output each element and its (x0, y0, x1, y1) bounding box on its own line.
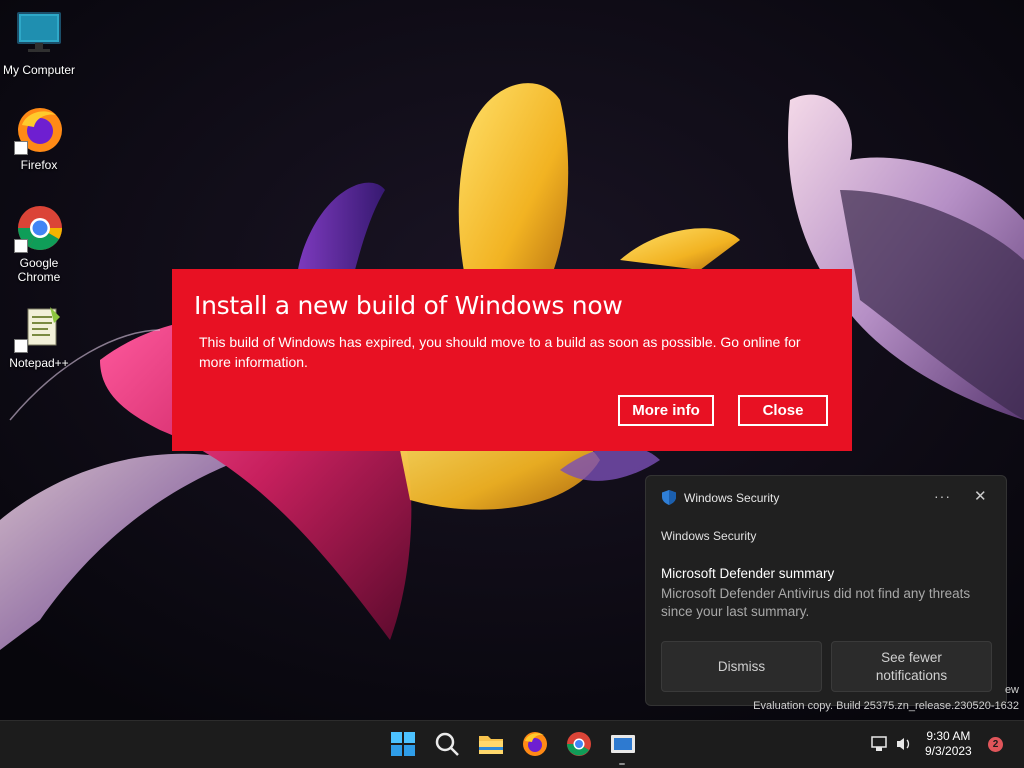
more-info-button[interactable]: More info (618, 395, 714, 426)
shortcut-arrow-icon (14, 239, 28, 253)
windows-security-notification: Windows Security ··· ✕ Windows Security … (645, 475, 1007, 706)
build-expired-dialog: Install a new build of Windows now This … (172, 269, 852, 451)
running-app-indicator (619, 763, 625, 765)
firefox-icon (14, 105, 64, 155)
toast-body: Microsoft Defender Antivirus did not fin… (661, 586, 971, 619)
close-button[interactable]: Close (738, 395, 828, 426)
monitor-icon (14, 10, 64, 60)
file-explorer-icon[interactable] (478, 731, 504, 757)
toast-header: Windows Security (662, 490, 779, 505)
volume-icon[interactable] (895, 735, 913, 753)
windows-start-icon[interactable] (390, 731, 416, 757)
desktop-icon-notepad-plus-plus[interactable]: Notepad++ (0, 303, 78, 370)
clock-time: 9:30 AM (926, 729, 971, 743)
evaluation-watermark: ew Evaluation copy. Build 25375.zn_relea… (753, 684, 1019, 712)
desktop-icon-label: Google Chrome (17, 256, 61, 284)
desktop-icon-my-computer[interactable]: My Computer (0, 10, 78, 77)
toast-app-name: Windows Security (684, 490, 780, 505)
search-icon[interactable] (434, 731, 460, 757)
active-app-icon[interactable] (610, 731, 636, 757)
dialog-title: Install a new build of Windows now (194, 291, 623, 320)
toast-title: Microsoft Defender summary (661, 566, 835, 581)
watermark-line-1: ew (1004, 684, 1019, 696)
desktop-icon-label: My Computer (2, 63, 76, 77)
shortcut-arrow-icon (14, 141, 28, 155)
firefox-icon[interactable] (522, 731, 548, 757)
system-clock[interactable]: 9:30 AM 9/3/2023 (925, 729, 972, 759)
chrome-icon[interactable] (566, 731, 592, 757)
taskbar: 9:30 AM 9/3/2023 2 (0, 720, 1024, 768)
toast-source: Windows Security (661, 529, 757, 543)
network-icon[interactable] (870, 735, 888, 753)
see-fewer-notifications-button[interactable]: See fewer notifications (831, 641, 992, 692)
clock-date: 9/3/2023 (925, 744, 972, 758)
dialog-message: This build of Windows has expired, you s… (199, 334, 801, 370)
chrome-icon (14, 203, 64, 253)
close-icon[interactable]: ✕ (974, 487, 987, 505)
desktop-icon-label: Notepad++ (9, 356, 69, 370)
dismiss-button[interactable]: Dismiss (661, 641, 822, 692)
watermark-line-2: Evaluation copy. Build 25375.zn_release.… (753, 700, 1019, 712)
notification-count-badge[interactable]: 2 (988, 737, 1003, 752)
desktop-icon-google-chrome[interactable]: Google Chrome (0, 203, 78, 284)
more-options-icon[interactable]: ··· (934, 488, 951, 504)
desktop-icon-label: Firefox (20, 158, 58, 172)
shortcut-arrow-icon (14, 339, 28, 353)
notepad-plus-plus-icon (14, 303, 64, 353)
desktop-icon-firefox[interactable]: Firefox (0, 105, 78, 172)
shield-icon (662, 490, 676, 505)
